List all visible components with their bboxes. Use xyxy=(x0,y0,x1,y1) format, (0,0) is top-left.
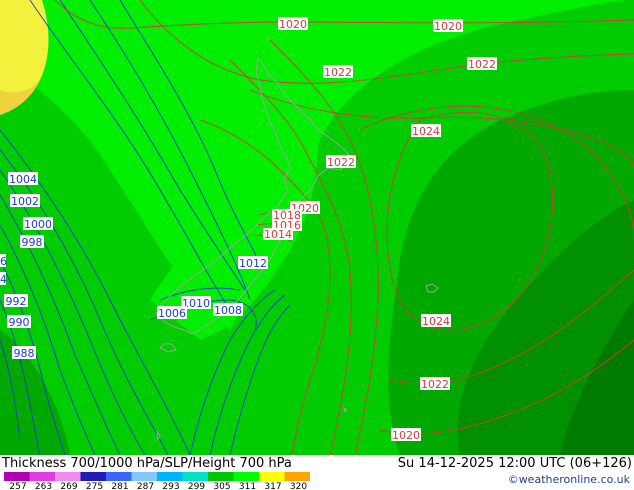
isobar-label-text: 990 xyxy=(9,316,30,329)
isobar-label-text: 1022 xyxy=(327,156,355,169)
isobar-label-text: 1002 xyxy=(11,195,39,208)
isobar-label-text: 1004 xyxy=(9,173,37,186)
legend-value-label: 269 xyxy=(60,482,77,490)
isobar-label-998: 998 xyxy=(20,235,44,249)
isobar-label-text: 1006 xyxy=(158,307,186,320)
isobar-label-text: 1012 xyxy=(239,257,267,270)
isobar-label-text: 1020 xyxy=(279,18,307,31)
isobar-label-text: 998 xyxy=(22,236,43,249)
isobar-label-1022-lower: 1022 xyxy=(420,377,450,391)
isobar-label-text: 1020 xyxy=(434,20,462,33)
isobar-label-text: 992 xyxy=(6,295,27,308)
isobar-label-1000: 1000 xyxy=(23,217,53,231)
legend-value-label: 305 xyxy=(213,482,230,490)
isobar-label-text: 1022 xyxy=(324,66,352,79)
credit-link[interactable]: ©weatheronline.co.uk xyxy=(508,473,630,486)
isobar-label-1022-mid: 1022 xyxy=(326,155,356,169)
isobar-label-1014: 1014 xyxy=(263,228,293,241)
legend-swatch xyxy=(131,472,157,481)
isobar-label-1024-upper: 1024 xyxy=(411,124,441,138)
isobar-label-text: 1022 xyxy=(468,58,496,71)
legend-swatch xyxy=(284,472,310,481)
valid-time: Su 14-12-2025 12:00 UTC (06+126) xyxy=(397,456,632,471)
legend-value-label: 287 xyxy=(137,482,154,490)
legend-swatch xyxy=(106,472,132,481)
isobar-label-text: 1008 xyxy=(214,304,242,317)
isobar-label-text: 1000 xyxy=(24,218,52,231)
map-title: Thickness 700/1000 hPa/SLP/Height 700 hP… xyxy=(2,456,292,471)
isobar-label-1022-upper: 1022 xyxy=(323,65,353,79)
isobar-label-text: 1024 xyxy=(412,125,440,138)
isobar-label-1008: 1008 xyxy=(213,303,243,317)
isobar-label-text: 4 xyxy=(0,273,7,286)
legend-swatch xyxy=(55,472,81,481)
legend-value-label: 311 xyxy=(239,482,256,490)
isobar-label-edge-6: 6 xyxy=(0,254,7,268)
legend-value-label: 281 xyxy=(111,482,128,490)
isobar-label-1012: 1012 xyxy=(238,256,268,270)
legend-value-label: 293 xyxy=(162,482,179,490)
isobar-label-1020-bottom: 1020 xyxy=(391,428,421,442)
legend-swatch xyxy=(208,472,234,481)
isobar-label-1020-top-right: 1020 xyxy=(433,19,463,33)
isobar-label-988: 988 xyxy=(12,346,36,360)
legend-swatch xyxy=(80,472,106,481)
isobar-label-1002: 1002 xyxy=(10,194,40,208)
isobar-label-1024-lower: 1024 xyxy=(421,314,451,328)
isobar-label-1022-right: 1022 xyxy=(467,57,497,71)
weather-map: 1020 1020 1022 1022 1024 1022 1020 1018 … xyxy=(0,0,634,490)
legend-swatch xyxy=(4,472,30,481)
isobar-label-edge-4: 4 xyxy=(0,272,7,286)
isobar-label-text: 1024 xyxy=(422,315,450,328)
isobar-label-text: 988 xyxy=(14,347,35,360)
isobar-label-1006: 1006 xyxy=(157,306,187,320)
legend-value-label: 317 xyxy=(264,482,281,490)
isobar-label-text: 1022 xyxy=(421,378,449,391)
isobar-label-text: 1014 xyxy=(264,228,292,241)
isobar-label-1020-top-left: 1020 xyxy=(278,17,308,31)
legend-swatch xyxy=(29,472,55,481)
legend-swatch xyxy=(233,472,259,481)
isobar-label-990: 990 xyxy=(7,315,31,329)
legend-value-label: 263 xyxy=(35,482,52,490)
legend-value-label: 275 xyxy=(86,482,103,490)
legend-value-label: 320 xyxy=(290,482,307,490)
isobar-label-1004: 1004 xyxy=(8,172,38,186)
legend-swatch xyxy=(157,472,183,481)
isobar-label-992: 992 xyxy=(4,294,28,308)
legend-swatch xyxy=(182,472,208,481)
legend-swatch xyxy=(259,472,285,481)
isobar-label-text: 1020 xyxy=(392,429,420,442)
legend-value-label: 257 xyxy=(9,482,26,490)
legend-value-label: 299 xyxy=(188,482,205,490)
isobar-label-text: 6 xyxy=(0,255,7,268)
